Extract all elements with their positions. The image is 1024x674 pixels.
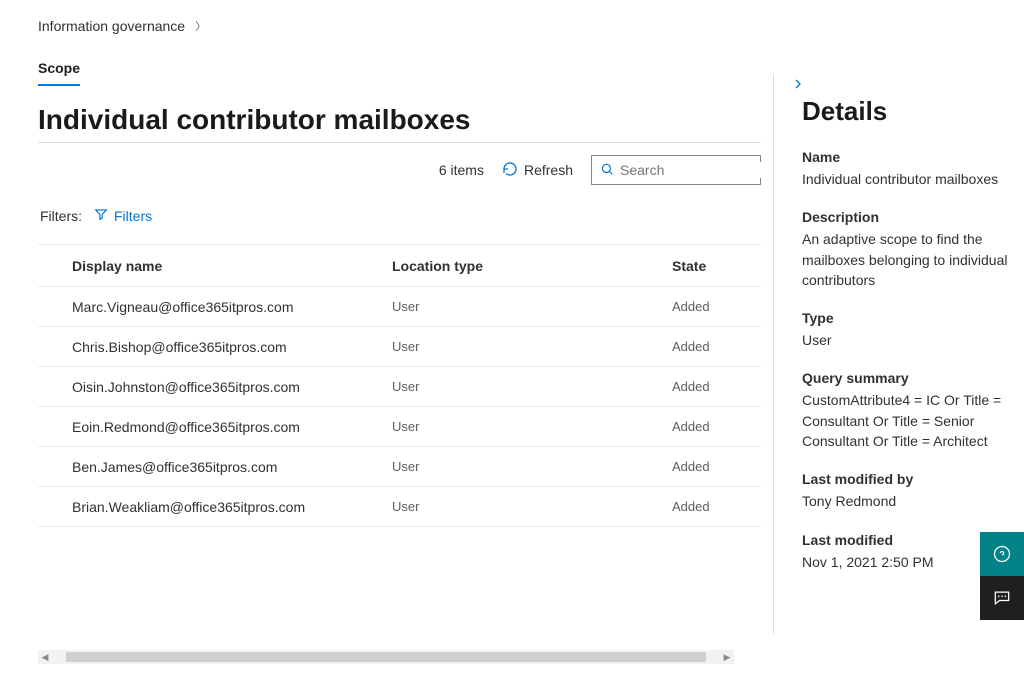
cell-display-name: Ben.James@office365itpros.com — [72, 459, 392, 475]
horizontal-scrollbar[interactable]: ◀ ▶ — [38, 650, 734, 664]
col-header-state[interactable]: State — [672, 258, 757, 274]
scrollbar-track[interactable] — [52, 650, 720, 664]
search-icon — [600, 162, 614, 179]
search-box[interactable] — [591, 155, 761, 185]
cell-location-type: User — [392, 499, 672, 514]
cell-state: Added — [672, 459, 757, 474]
cell-location-type: User — [392, 339, 672, 354]
table-row[interactable]: Ben.James@office365itpros.com User Added — [38, 447, 761, 487]
cell-display-name: Chris.Bishop@office365itpros.com — [72, 339, 392, 355]
cell-display-name: Oisin.Johnston@office365itpros.com — [72, 379, 392, 395]
refresh-label: Refresh — [524, 162, 573, 178]
filters-button[interactable]: Filters — [94, 207, 152, 224]
cell-location-type: User — [392, 379, 672, 394]
toolbar: 6 items Refresh — [38, 153, 773, 195]
scrollbar-thumb[interactable] — [66, 652, 706, 662]
table-row[interactable]: Brian.Weakliam@office365itpros.com User … — [38, 487, 761, 527]
field-query-summary: Query summary CustomAttribute4 = IC Or T… — [802, 370, 1008, 451]
table-header: Display name Location type State — [38, 245, 761, 287]
cell-display-name: Brian.Weakliam@office365itpros.com — [72, 499, 392, 515]
filters-button-label: Filters — [114, 208, 152, 224]
field-label: Query summary — [802, 370, 1008, 386]
feedback-button[interactable] — [980, 576, 1024, 620]
cell-state: Added — [672, 339, 757, 354]
field-value: An adaptive scope to find the mailboxes … — [802, 229, 1008, 290]
field-modified-by: Last modified by Tony Redmond — [802, 471, 1008, 511]
field-label: Last modified by — [802, 471, 1008, 487]
details-title: Details — [802, 96, 1008, 127]
page-title: Individual contributor mailboxes — [38, 104, 773, 136]
field-type: Type User — [802, 310, 1008, 350]
cell-state: Added — [672, 419, 757, 434]
scroll-right-icon[interactable]: ▶ — [720, 650, 734, 664]
field-value: User — [802, 330, 1008, 350]
cell-display-name: Marc.Vigneau@office365itpros.com — [72, 299, 392, 315]
chevron-right-icon: 〉 — [195, 18, 206, 34]
field-label: Last modified — [802, 532, 1008, 548]
col-header-display-name[interactable]: Display name — [72, 258, 392, 274]
tab-scope[interactable]: Scope — [38, 54, 80, 86]
side-actions — [980, 532, 1024, 620]
field-value: Individual contributor mailboxes — [802, 169, 1008, 189]
refresh-button[interactable]: Refresh — [502, 161, 573, 180]
cell-location-type: User — [392, 419, 672, 434]
filter-icon — [94, 207, 108, 224]
cell-display-name: Eoin.Redmond@office365itpros.com — [72, 419, 392, 435]
refresh-icon — [502, 161, 518, 180]
field-last-modified: Last modified Nov 1, 2021 2:50 PM — [802, 532, 1008, 572]
field-value: Tony Redmond — [802, 491, 1008, 511]
cell-state: Added — [672, 379, 757, 394]
cell-state: Added — [672, 299, 757, 314]
cell-location-type: User — [392, 299, 672, 314]
field-label: Name — [802, 149, 1008, 165]
divider — [38, 142, 761, 143]
filters-row: Filters: Filters — [38, 195, 773, 244]
collapse-panel-button[interactable] — [790, 76, 806, 97]
filters-label: Filters: — [40, 208, 82, 224]
table-row[interactable]: Oisin.Johnston@office365itpros.com User … — [38, 367, 761, 407]
tab-row: Scope — [38, 54, 773, 86]
field-value: CustomAttribute4 = IC Or Title = Consult… — [802, 390, 1008, 451]
help-button[interactable] — [980, 532, 1024, 576]
table-row[interactable]: Marc.Vigneau@office365itpros.com User Ad… — [38, 287, 761, 327]
breadcrumb: Information governance 〉 — [0, 0, 1024, 44]
breadcrumb-item[interactable]: Information governance — [38, 18, 185, 34]
field-label: Description — [802, 209, 1008, 225]
cell-location-type: User — [392, 459, 672, 474]
field-label: Type — [802, 310, 1008, 326]
items-table: Display name Location type State Marc.Vi… — [38, 244, 761, 527]
field-name: Name Individual contributor mailboxes — [802, 149, 1008, 189]
table-row[interactable]: Eoin.Redmond@office365itpros.com User Ad… — [38, 407, 761, 447]
col-header-location-type[interactable]: Location type — [392, 258, 672, 274]
field-description: Description An adaptive scope to find th… — [802, 209, 1008, 290]
item-count: 6 items — [439, 162, 484, 178]
field-value: Nov 1, 2021 2:50 PM — [802, 552, 1008, 572]
scroll-left-icon[interactable]: ◀ — [38, 650, 52, 664]
table-row[interactable]: Chris.Bishop@office365itpros.com User Ad… — [38, 327, 761, 367]
cell-state: Added — [672, 499, 757, 514]
